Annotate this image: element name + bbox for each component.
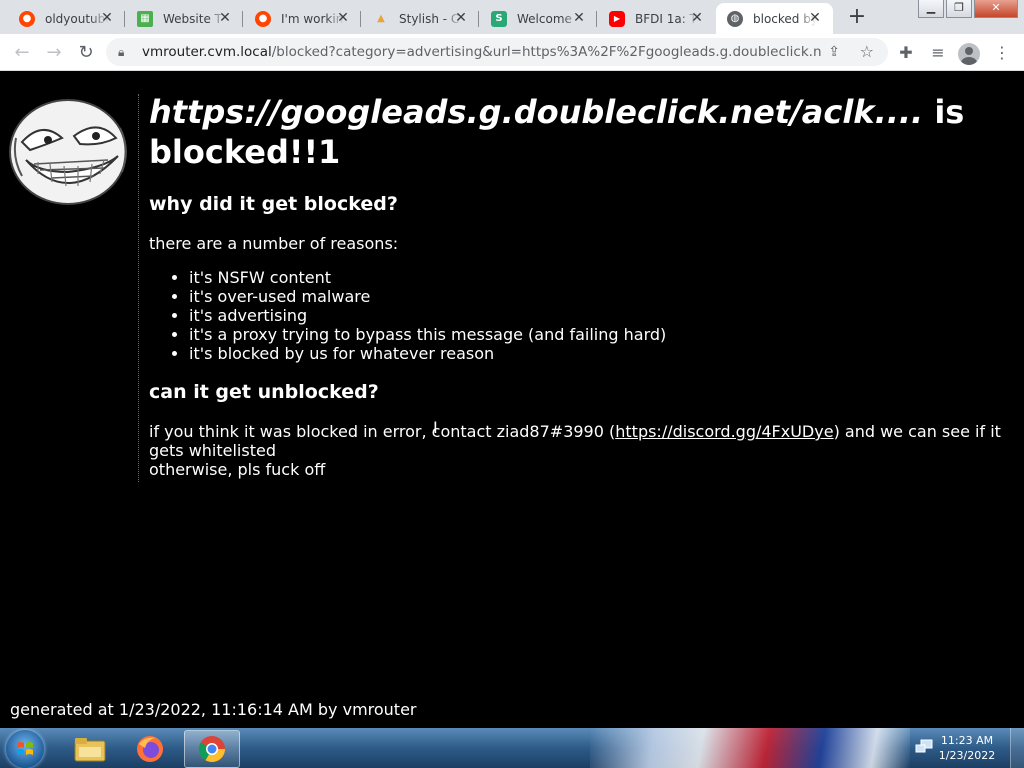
address-bar[interactable]: 🔒︎ vmrouter.cvm.local/blocked?category=a… — [106, 38, 888, 66]
system-clock[interactable]: 11:23 AM 1/23/2022 — [932, 733, 1002, 763]
lock-icon[interactable]: 🔒︎ — [118, 38, 124, 66]
media-control-icon[interactable]: ≡ — [924, 39, 952, 67]
list-item: it's NSFW content — [189, 268, 1017, 287]
tab-welcome[interactable]: S Welcome ✕ — [480, 3, 597, 34]
close-icon[interactable]: ✕ — [453, 10, 469, 26]
youtube-icon: ▶ — [609, 10, 625, 27]
start-button[interactable] — [6, 730, 44, 768]
s-app-icon: S — [491, 10, 507, 27]
clock-date: 1/23/2022 — [938, 749, 996, 762]
wallpaper-peek — [590, 728, 910, 768]
tab-website[interactable]: ▦ Website T ✕ — [126, 3, 243, 34]
list-item: it's a proxy trying to bypass this messa… — [189, 325, 1017, 344]
forward-button[interactable]: → — [40, 39, 68, 67]
minimize-button[interactable]: ▁ — [918, 0, 944, 18]
reasons-intro: there are a number of reasons: — [149, 234, 399, 253]
taskbar-chrome[interactable] — [184, 730, 240, 768]
close-icon[interactable]: ✕ — [99, 10, 115, 26]
generated-footer: generated at 1/23/2022, 11:16:14 AM by v… — [10, 700, 417, 719]
section-heading-unblock: can it get unblocked? — [149, 381, 379, 403]
reload-button[interactable]: ↻ — [72, 39, 100, 67]
chrome-icon — [198, 736, 226, 763]
explorer-folder-icon — [74, 738, 106, 762]
maximize-button[interactable]: ❐ — [946, 0, 972, 18]
bookmark-star-icon[interactable]: ☆ — [860, 38, 874, 66]
grid-app-icon: ▦ — [137, 10, 153, 27]
list-item: it's over-used malware — [189, 287, 1017, 306]
tab-oldyoutube[interactable]: ● oldyoutube ✕ — [8, 3, 125, 34]
tab-stylish[interactable]: ▲ Stylish - C ✕ — [362, 3, 479, 34]
close-icon[interactable]: ✕ — [335, 10, 351, 26]
tab-im-working[interactable]: ● I'm working ✕ — [244, 3, 361, 34]
unblock-line2: otherwise, pls fuck off — [149, 460, 326, 479]
windows-taskbar: 11:23 AM 1/23/2022 — [0, 728, 1024, 768]
tab-blocked[interactable]: ◍ blocked by ✕ — [716, 3, 833, 34]
taskbar-explorer[interactable] — [62, 730, 118, 768]
section-heading-why: why did it get blocked? — [149, 193, 398, 215]
window-controls: ▁ ❐ ✕ — [916, 0, 1018, 18]
browser-tab-strip: ● oldyoutube ✕ ▦ Website T ✕ ● I'm worki… — [0, 0, 1024, 34]
reasons-list: it's NSFW content it's over-used malware… — [189, 268, 1017, 363]
close-icon[interactable]: ✕ — [689, 10, 705, 26]
trollface-icon — [9, 99, 127, 205]
text-cursor-icon: I — [433, 418, 438, 437]
close-icon[interactable]: ✕ — [571, 10, 587, 26]
tab-bfdi[interactable]: ▶ BFDI 1a: T ✕ — [598, 3, 715, 34]
globe-icon: ◍ — [727, 10, 743, 27]
list-item: it's advertising — [189, 306, 1017, 325]
profile-avatar-icon[interactable] — [958, 43, 980, 65]
page-title: https://googleads.g.doubleclick.net/aclk… — [149, 92, 1017, 172]
unblock-text: if you think it was blocked in error, co… — [149, 422, 1001, 479]
firefox-icon — [137, 736, 163, 762]
show-desktop-button[interactable] — [1010, 728, 1024, 768]
window-close-button[interactable]: ✕ — [974, 0, 1018, 18]
stylish-icon: ▲ — [377, 13, 385, 24]
divider-line — [138, 94, 139, 482]
close-icon[interactable]: ✕ — [807, 10, 823, 26]
taskbar-firefox[interactable] — [122, 730, 178, 768]
windows-logo-icon — [17, 742, 33, 755]
reddit-icon: ● — [19, 10, 35, 27]
menu-kebab-icon[interactable]: ⋮ — [988, 39, 1016, 67]
page-content: https://googleads.g.doubleclick.net/aclk… — [0, 72, 1024, 728]
new-tab-button[interactable]: + — [844, 5, 870, 31]
address-url[interactable]: vmrouter.cvm.local/blocked?category=adve… — [142, 38, 822, 66]
clock-time: 11:23 AM — [940, 734, 994, 747]
back-button[interactable]: ← — [8, 39, 36, 67]
extensions-puzzle-icon[interactable]: ✚ — [892, 39, 920, 67]
blocked-message: https://googleads.g.doubleclick.net/aclk… — [149, 92, 1017, 479]
browser-toolbar: ← → ↻ 🔒︎ vmrouter.cvm.local/blocked?cate… — [0, 34, 1024, 71]
share-icon[interactable]: ⇪ — [828, 38, 840, 66]
blocked-url: https://googleads.g.doubleclick.net/aclk… — [149, 93, 924, 131]
discord-link[interactable]: https://discord.gg/4FxUDye — [615, 422, 833, 441]
close-icon[interactable]: ✕ — [217, 10, 233, 26]
list-item: it's blocked by us for whatever reason — [189, 344, 1017, 363]
network-icon[interactable] — [915, 739, 933, 755]
reddit-icon: ● — [255, 10, 271, 27]
